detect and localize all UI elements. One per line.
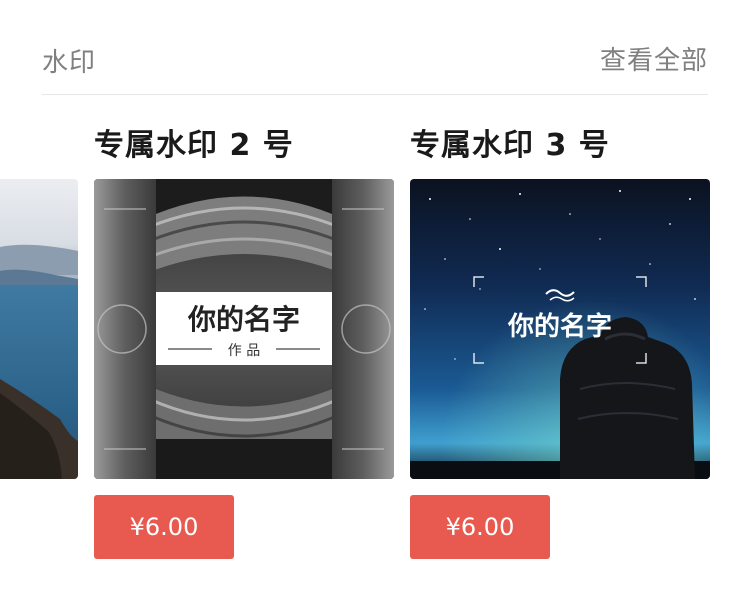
price-button[interactable]: ¥6.00	[410, 495, 550, 559]
section-title: 水印	[42, 48, 97, 78]
watermark-main-text: 你的名字	[187, 303, 300, 336]
watermark-sub-text: 作 品	[228, 343, 260, 359]
night-sky-thumbnail: 你的名字	[410, 179, 710, 479]
landscape-thumbnail	[0, 179, 78, 479]
section-header: 水印 查看全部	[42, 36, 708, 95]
card-title: 专属水印 2 号	[94, 128, 294, 163]
watermark-main-text: 你的名字	[507, 311, 612, 342]
price-button[interactable]: ¥6.00	[94, 495, 234, 559]
arch-thumbnail: 你的名字 作 品	[94, 179, 394, 479]
card-thumbnail[interactable]: 你的名字	[410, 179, 710, 479]
card-partial-left[interactable]	[0, 179, 78, 479]
see-all-link[interactable]: 查看全部	[600, 40, 708, 77]
card-title: 专属水印 3 号	[410, 128, 610, 163]
card-thumbnail[interactable]: 你的名字 作 品	[94, 179, 394, 479]
watermark-section: 水印 查看全部 专属水印 2 号 你的名字 作 品 ¥6.00 专属水印 3 号…	[0, 0, 750, 616]
